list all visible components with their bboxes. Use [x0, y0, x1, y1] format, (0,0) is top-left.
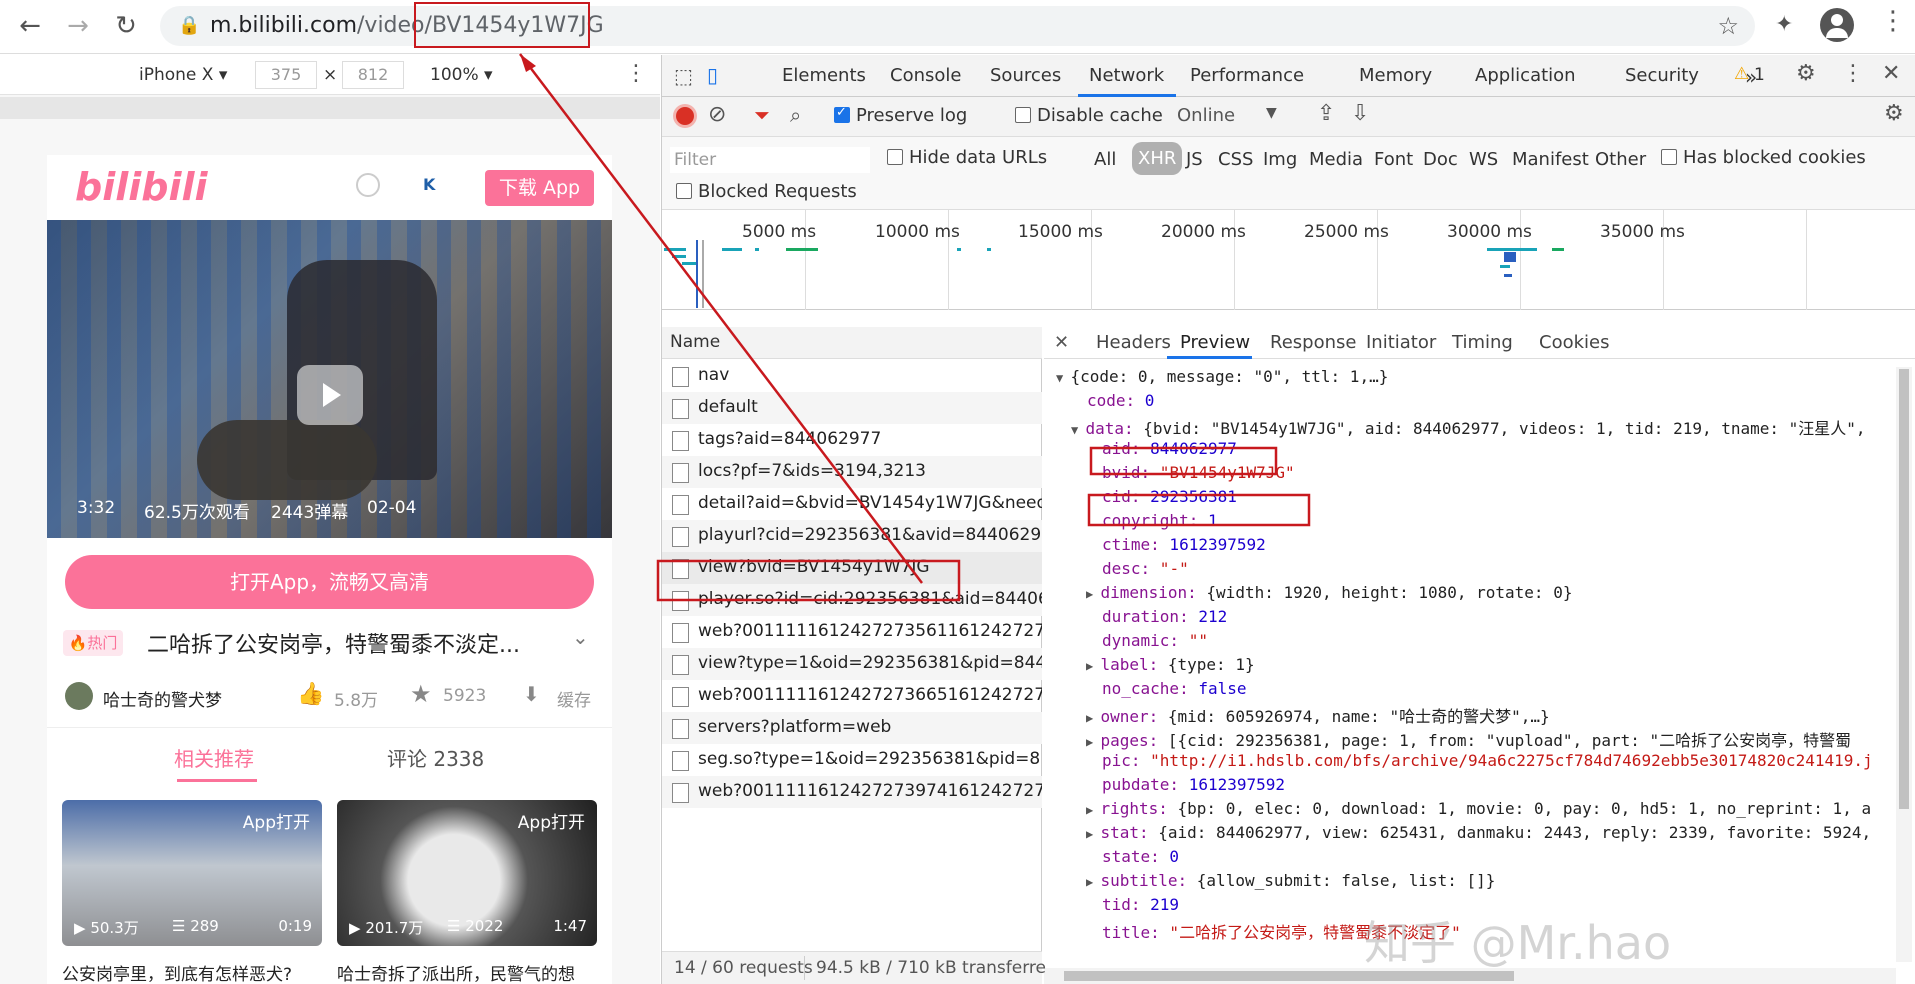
aid-highlight [1089, 446, 1278, 476]
cid-highlight [1087, 493, 1311, 527]
annotation-overlay [519, 53, 1311, 602]
annotation-arrow-head [520, 54, 536, 72]
annotation-arrow-line [519, 53, 923, 584]
view-request-highlight [656, 559, 961, 602]
